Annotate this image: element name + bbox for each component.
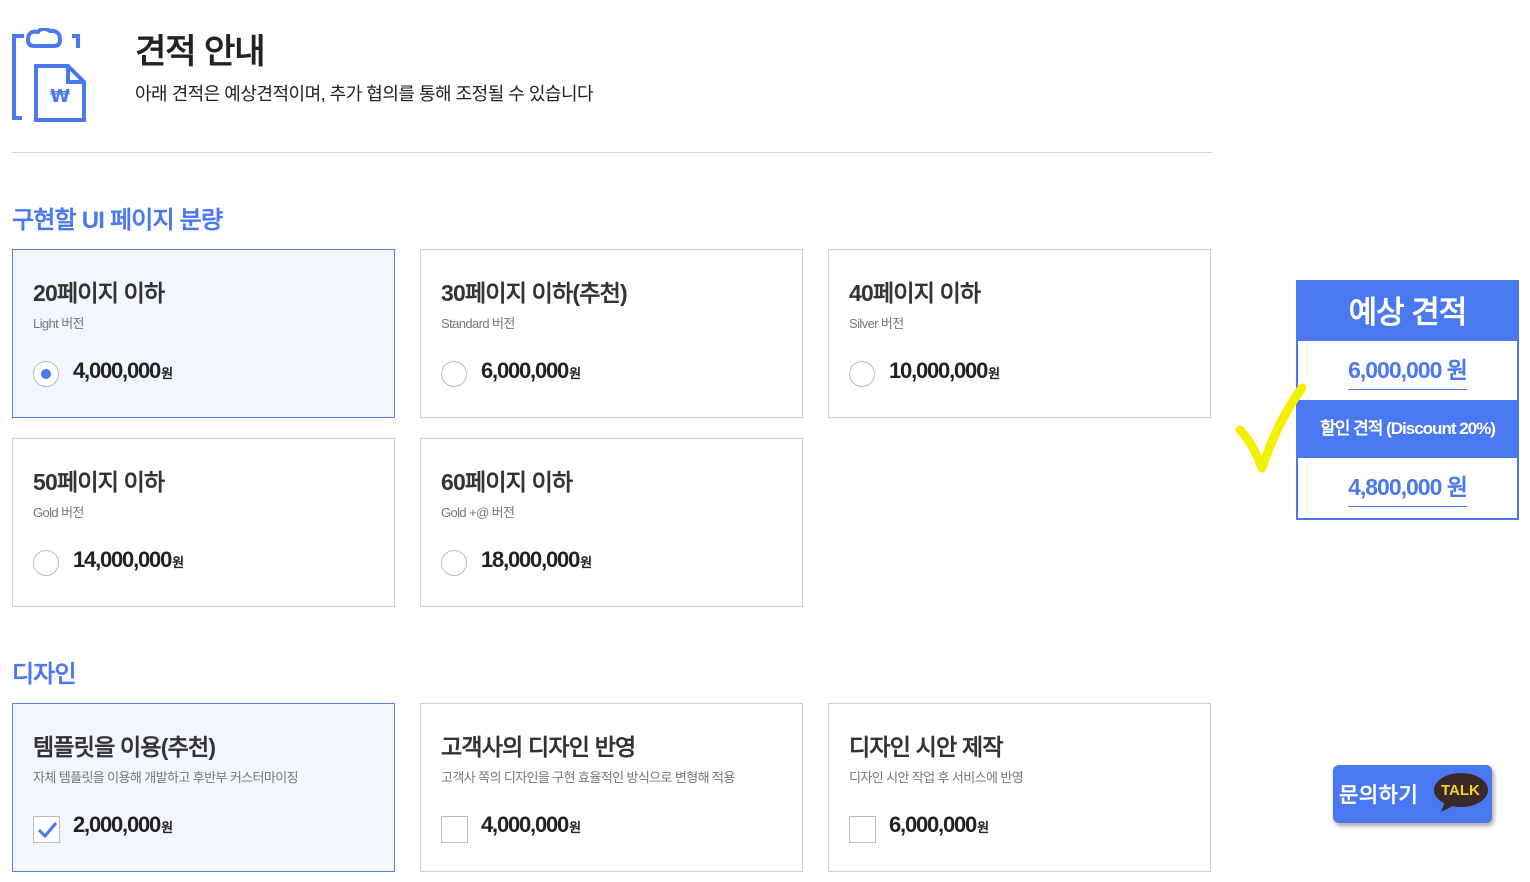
section-title-pages: 구현할 UI 페이지 분량: [12, 207, 223, 234]
design-option-template[interactable]: 템플릿을 이용(추천) 자체 템플릿을 이용해 개발하고 후반부 커스터마이징 …: [12, 703, 395, 872]
section-title-design: 디자인: [12, 661, 77, 688]
option-price: 14,000,000원: [73, 547, 185, 572]
quote-document-icon: ₩: [10, 26, 90, 124]
option-radio[interactable]: [849, 361, 875, 387]
option-subtitle: Gold 버전: [33, 505, 84, 520]
inquiry-talk-button[interactable]: 문의하기 TALK: [1333, 765, 1492, 823]
discount-amount: 4,800,000 원: [1348, 468, 1468, 507]
radio-selected-dot: [41, 369, 51, 379]
option-checkbox[interactable]: [33, 816, 60, 843]
option-price: 18,000,000원: [481, 547, 593, 572]
option-checkbox[interactable]: [441, 816, 468, 843]
option-radio[interactable]: [441, 550, 467, 576]
option-title: 40페이지 이하: [849, 280, 981, 306]
page-option-20[interactable]: 20페이지 이하 Light 버전 4,000,000원: [12, 249, 395, 418]
option-subtitle: 디자인 시안 작업 후 서비스에 반영: [849, 770, 1024, 785]
option-price: 6,000,000원: [481, 358, 582, 383]
page-title: 견적 안내: [135, 33, 266, 71]
estimate-summary: 예상 견적 6,000,000 원 할인 견적 (Discount 20%) 4…: [1296, 280, 1519, 520]
option-title: 20페이지 이하: [33, 280, 165, 306]
option-title: 템플릿을 이용(추천): [33, 734, 216, 760]
option-title: 30페이지 이하(추천): [441, 280, 628, 306]
check-icon: [37, 822, 58, 839]
option-title: 60페이지 이하: [441, 469, 573, 495]
page-subtitle: 아래 견적은 예상견적이며, 추가 협의를 통해 조정될 수 있습니다: [135, 84, 594, 104]
option-price: 2,000,000원: [73, 812, 174, 837]
page-option-30[interactable]: 30페이지 이하(추천) Standard 버전 6,000,000원: [420, 249, 803, 418]
option-radio[interactable]: [33, 361, 59, 387]
discount-label: 할인 견적 (Discount 20%): [1298, 400, 1517, 458]
option-radio[interactable]: [441, 361, 467, 387]
talk-badge: TALK: [1441, 782, 1480, 799]
highlight-checkmark-icon: [1230, 380, 1310, 485]
design-option-client[interactable]: 고객사의 디자인 반영 고객사 쪽의 디자인을 구현 효율적인 방식으로 변형해…: [420, 703, 803, 872]
estimate-title: 예상 견적: [1298, 282, 1517, 341]
option-price: 6,000,000원: [889, 812, 990, 837]
option-subtitle: Light 버전: [33, 316, 85, 331]
option-subtitle: Standard 버전: [441, 316, 515, 331]
estimate-amount: 6,000,000 원: [1348, 351, 1468, 390]
option-price: 4,000,000원: [481, 812, 582, 837]
option-radio[interactable]: [33, 550, 59, 576]
page-option-40[interactable]: 40페이지 이하 Silver 버전 10,000,000원: [828, 249, 1211, 418]
talk-label: 문의하기: [1339, 784, 1419, 807]
option-subtitle: Silver 버전: [849, 316, 904, 331]
header-divider: [12, 152, 1212, 153]
option-subtitle: 자체 템플릿을 이용해 개발하고 후반부 커스터마이징: [33, 770, 299, 785]
option-price: 4,000,000원: [73, 358, 174, 383]
option-checkbox[interactable]: [849, 816, 876, 843]
option-subtitle: 고객사 쪽의 디자인을 구현 효율적인 방식으로 변형해 적용: [441, 770, 735, 785]
option-title: 50페이지 이하: [33, 469, 165, 495]
design-option-draft[interactable]: 디자인 시안 제작 디자인 시안 작업 후 서비스에 반영 6,000,000원: [828, 703, 1211, 872]
page-option-50[interactable]: 50페이지 이하 Gold 버전 14,000,000원: [12, 438, 395, 607]
option-title: 디자인 시안 제작: [849, 734, 1004, 760]
svg-text:₩: ₩: [50, 86, 70, 107]
page-option-60[interactable]: 60페이지 이하 Gold +@ 버전 18,000,000원: [420, 438, 803, 607]
option-title: 고객사의 디자인 반영: [441, 734, 636, 760]
option-price: 10,000,000원: [889, 358, 1001, 383]
option-subtitle: Gold +@ 버전: [441, 505, 515, 520]
